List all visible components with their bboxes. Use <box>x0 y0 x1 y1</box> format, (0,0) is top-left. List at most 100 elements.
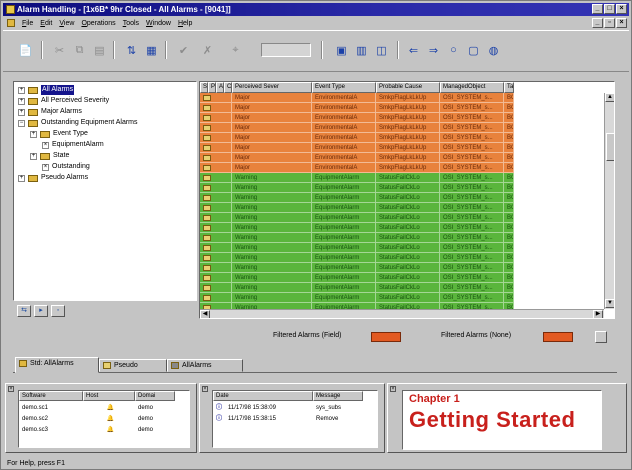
menu-window[interactable]: Window <box>146 20 171 27</box>
copy-icon[interactable]: ⧉ <box>71 42 88 58</box>
cut-icon[interactable]: ✂ <box>51 42 68 58</box>
alarm-row[interactable]: Major EnvironmentalA SmkpFlagLkLkUp OSI_SYS… <box>200 143 514 153</box>
back-icon[interactable]: ⇐ <box>405 42 422 58</box>
tab-std-allalarms[interactable]: Std: AllAlarms <box>15 357 99 373</box>
scroll-up-icon[interactable]: ▲ <box>605 93 614 102</box>
alarm-row[interactable]: Warning EquipmentAlarm StatusFailCkLo OSI_S… <box>200 213 514 223</box>
document-icon[interactable]: ▢ <box>465 42 482 58</box>
maximize-button[interactable]: □ <box>604 4 615 14</box>
column-header[interactable]: A <box>216 82 224 93</box>
vertical-scrollbar[interactable]: ▲ ▼ <box>604 93 614 309</box>
tab-pseudo[interactable]: Pseudo <box>99 359 167 372</box>
legend-field-swatch[interactable] <box>371 332 401 342</box>
tree-next-button[interactable]: ▸ <box>34 305 48 317</box>
expand-icon[interactable]: + <box>18 97 25 105</box>
alarm-row[interactable]: Major EnvironmentalA SmkpFlagLkLkUp OSI_SYS… <box>200 113 514 123</box>
scroll-left-icon[interactable]: ◀ <box>200 310 210 318</box>
software-row[interactable]: demo.sc2 🔔 demo <box>19 414 175 424</box>
pane-close-icon[interactable]: × <box>202 386 208 392</box>
alarm-row[interactable]: Major EnvironmentalA SmkpFlagLkLkUp OSI_SYS… <box>200 123 514 133</box>
column-header[interactable]: S <box>200 82 208 93</box>
column-header[interactable]: Perceived Sever <box>232 82 312 93</box>
software-row[interactable]: demo.sc3 🔔 demo <box>19 425 175 435</box>
column-header[interactable]: Event Type <box>312 82 376 93</box>
alarm-tree[interactable]: + All Alarms + All Perceived Severity + Major… <box>13 81 197 301</box>
expand-icon[interactable]: + <box>30 152 37 160</box>
col-host[interactable]: Host <box>83 391 135 401</box>
scroll-thumb[interactable] <box>606 133 614 161</box>
message-row[interactable]: ⓘ 11/17/98 15:38:09 sys_subs <box>213 403 363 413</box>
refresh-icon[interactable]: ○ <box>445 42 462 58</box>
paste-icon[interactable]: ▤ <box>91 42 108 58</box>
expand-icon[interactable]: − <box>18 119 25 127</box>
col-message[interactable]: Message <box>313 391 363 401</box>
alarm-grid[interactable]: S P A C Perceived Sever Event Type Probable Ca… <box>199 81 615 319</box>
print-icon[interactable]: ▣ <box>333 42 350 58</box>
forward-icon[interactable]: ⇒ <box>425 42 442 58</box>
settings-icon[interactable]: ◍ <box>485 42 502 58</box>
alarm-row[interactable]: Warning EquipmentAlarm StatusFailCkLo OSI_S… <box>200 233 514 243</box>
column-header[interactable]: Probable Cause <box>376 82 440 93</box>
tree-item[interactable]: + All Alarms <box>18 85 75 95</box>
column-header[interactable]: ManagedObject <box>440 82 504 93</box>
messages-list[interactable]: Date Message ⓘ 11/17/98 15:38:09 sys_subs ⓘ… <box>212 390 378 448</box>
acknowledge-icon[interactable]: ✔ <box>175 42 192 58</box>
alarm-row[interactable]: Major EnvironmentalA SmkpFlagLkLkUp OSI_SYS… <box>200 93 514 103</box>
tab-allalarms[interactable]: AllAlarms <box>167 359 243 372</box>
menu-tools[interactable]: Tools <box>123 20 139 27</box>
title-bar[interactable]: Alarm Handling - [1x6B* 9hr Closed - All… <box>3 3 629 16</box>
column-header[interactable]: P <box>208 82 216 93</box>
filter-icon[interactable]: ⇅ <box>123 42 140 58</box>
tree-item[interactable]: + Event Type <box>30 129 88 139</box>
tree-item[interactable]: × Outstanding <box>42 162 90 172</box>
column-header[interactable]: Tau <box>504 82 514 93</box>
alarm-row[interactable]: Major EnvironmentalA SmkpFlagLkLkUp OSI_SYS… <box>200 153 514 163</box>
app-icon[interactable] <box>6 5 15 14</box>
pane-close-icon[interactable]: × <box>390 386 396 392</box>
col-domain[interactable]: Domai <box>135 391 175 401</box>
tree-item[interactable]: + All Perceived Severity <box>18 96 109 106</box>
tree-item[interactable]: + Pseudo Alarms <box>18 173 88 183</box>
alarm-row[interactable]: Warning EquipmentAlarm StatusFailCkLo OSI_S… <box>200 203 514 213</box>
doc-close-button[interactable]: × <box>616 18 627 28</box>
alarm-row[interactable]: Warning EquipmentAlarm StatusFailCkLo OSI_S… <box>200 183 514 193</box>
scroll-down-icon[interactable]: ▼ <box>605 299 614 308</box>
expand-icon[interactable]: + <box>30 130 37 138</box>
col-software[interactable]: Software <box>19 391 83 401</box>
doc-restore-button[interactable]: ▫ <box>604 18 615 28</box>
scroll-right-icon[interactable]: ▶ <box>593 310 603 318</box>
column-header[interactable]: C <box>224 82 232 93</box>
alarm-row[interactable]: Warning EquipmentAlarm StatusFailCkLo OSI_S… <box>200 283 514 293</box>
menu-help[interactable]: Help <box>178 20 192 27</box>
message-row[interactable]: ⓘ 11/17/98 15:38:15 Remove <box>213 414 363 424</box>
software-row[interactable]: demo.sc1 🔔 demo <box>19 403 175 413</box>
alarm-row[interactable]: Warning EquipmentAlarm StatusFailCkLo OSI_S… <box>200 253 514 263</box>
expand-icon[interactable]: + <box>18 108 25 116</box>
col-date[interactable]: Date <box>213 391 313 401</box>
expand-icon[interactable]: × <box>42 163 49 171</box>
menu-file[interactable]: File <box>22 20 33 27</box>
locate-icon[interactable]: ⌖ <box>227 42 244 58</box>
alarm-row[interactable]: Warning EquipmentAlarm StatusFailCkLo OSI_S… <box>200 193 514 203</box>
view-select[interactable] <box>261 43 311 57</box>
close-button[interactable]: × <box>616 4 627 14</box>
menu-operations[interactable]: Operations <box>81 20 115 27</box>
expand-icon[interactable]: + <box>18 86 25 94</box>
alarm-row[interactable]: Warning EquipmentAlarm StatusFailCkLo OSI_S… <box>200 243 514 253</box>
chapter-viewer[interactable]: Chapter 1 Getting Started <box>402 390 602 450</box>
tree-item[interactable]: + Major Alarms <box>18 107 82 117</box>
details-icon[interactable]: ▥ <box>353 42 370 58</box>
horizontal-scrollbar[interactable]: ◀ ▶ <box>200 309 604 318</box>
alarm-row[interactable]: Major EnvironmentalA SmkpFlagLkLkUp OSI_SYS… <box>200 103 514 113</box>
expand-icon[interactable]: × <box>42 141 49 149</box>
expand-icon[interactable]: + <box>18 174 25 182</box>
clear-icon[interactable]: ✗ <box>199 42 216 58</box>
tree-item[interactable]: − Outstanding Equipment Alarms <box>18 118 138 128</box>
tree-expand-button[interactable]: ⇆ <box>17 305 31 317</box>
doc-minimize-button[interactable]: _ <box>592 18 603 28</box>
window-icon[interactable]: ◫ <box>373 42 390 58</box>
alarm-row[interactable]: Major EnvironmentalA SmkpFlagLkLkUp OSI_SYS… <box>200 163 514 173</box>
menu-view[interactable]: View <box>59 20 74 27</box>
alarm-row[interactable]: Warning EquipmentAlarm StatusFailCkLo OSI_S… <box>200 293 514 303</box>
tree-mark-button[interactable]: ◦ <box>51 305 65 317</box>
